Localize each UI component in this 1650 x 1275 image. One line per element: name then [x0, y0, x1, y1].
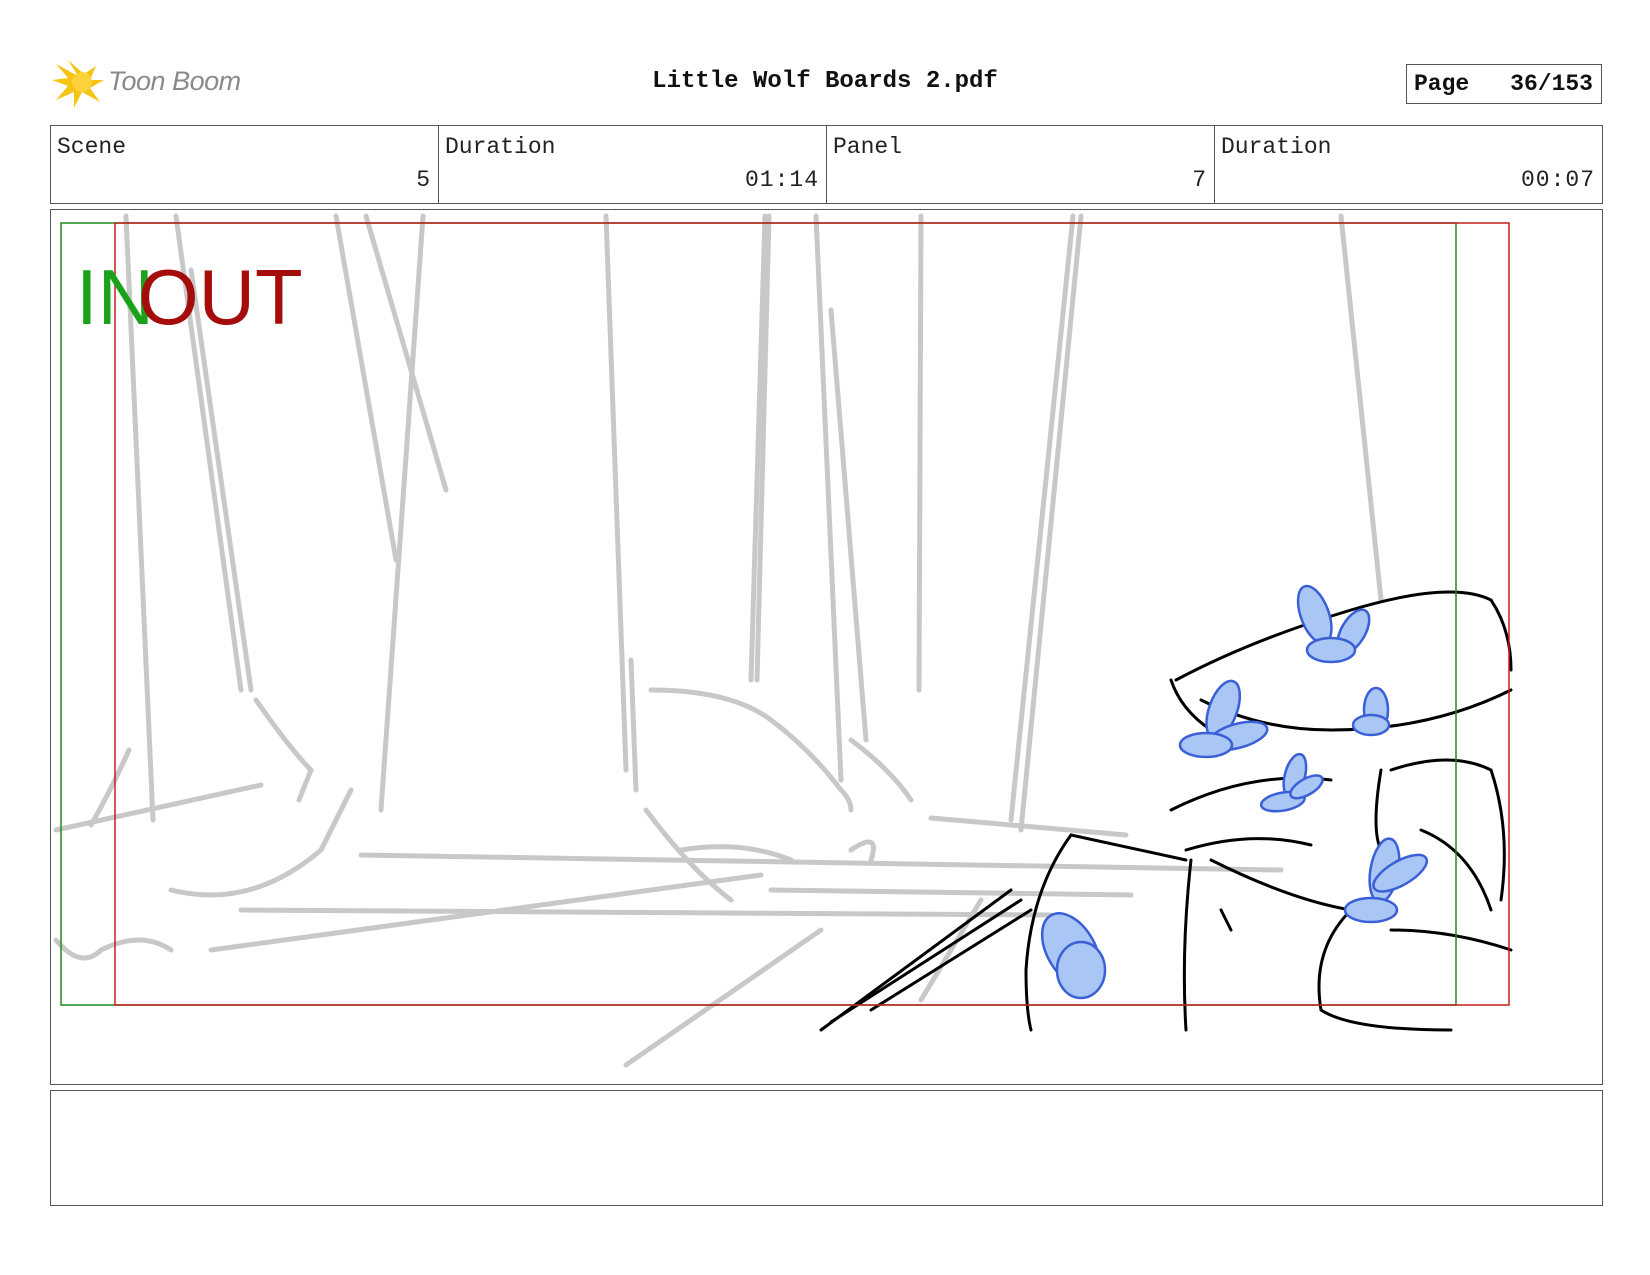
document-title: Little Wolf Boards 2.pdf — [652, 68, 998, 95]
caption-box — [50, 1090, 1603, 1206]
panel-duration-cell: Duration 00:07 — [1215, 126, 1602, 203]
page-indicator: Page 36/153 — [1406, 64, 1602, 104]
character-sketch — [819, 590, 1513, 1032]
butterflies — [1040, 584, 1429, 1000]
panel-duration-label: Duration — [1221, 134, 1332, 160]
butterfly — [1351, 686, 1391, 737]
butterfly — [1259, 752, 1324, 813]
butterfly — [1040, 912, 1107, 1000]
panel-sketch — [53, 213, 1513, 1068]
panel-duration-value: 00:07 — [1520, 167, 1595, 193]
panel-cell: Panel 7 — [827, 126, 1215, 203]
scene-duration-label: Duration — [445, 134, 556, 160]
storyboard-panel: INOUT — [50, 209, 1603, 1085]
in-out-marker: INOUT — [76, 258, 303, 336]
scene-duration-cell: Duration 01:14 — [439, 126, 827, 203]
page-number: 36/153 — [1510, 71, 1593, 97]
scene-info-row: Scene 5 Duration 01:14 Panel 7 Duration … — [50, 125, 1603, 204]
panel-label: Panel — [833, 134, 903, 160]
butterfly — [1296, 584, 1371, 664]
scene-duration-value: 01:14 — [744, 167, 819, 193]
butterfly — [1343, 837, 1429, 924]
background-sketch-lines — [53, 213, 1384, 1068]
page-label: Page — [1414, 71, 1470, 97]
out-label: OUT — [138, 253, 303, 341]
scene-value: 5 — [416, 167, 431, 193]
scene-cell: Scene 5 — [51, 126, 439, 203]
scene-label: Scene — [57, 134, 127, 160]
panel-value: 7 — [1192, 167, 1207, 193]
